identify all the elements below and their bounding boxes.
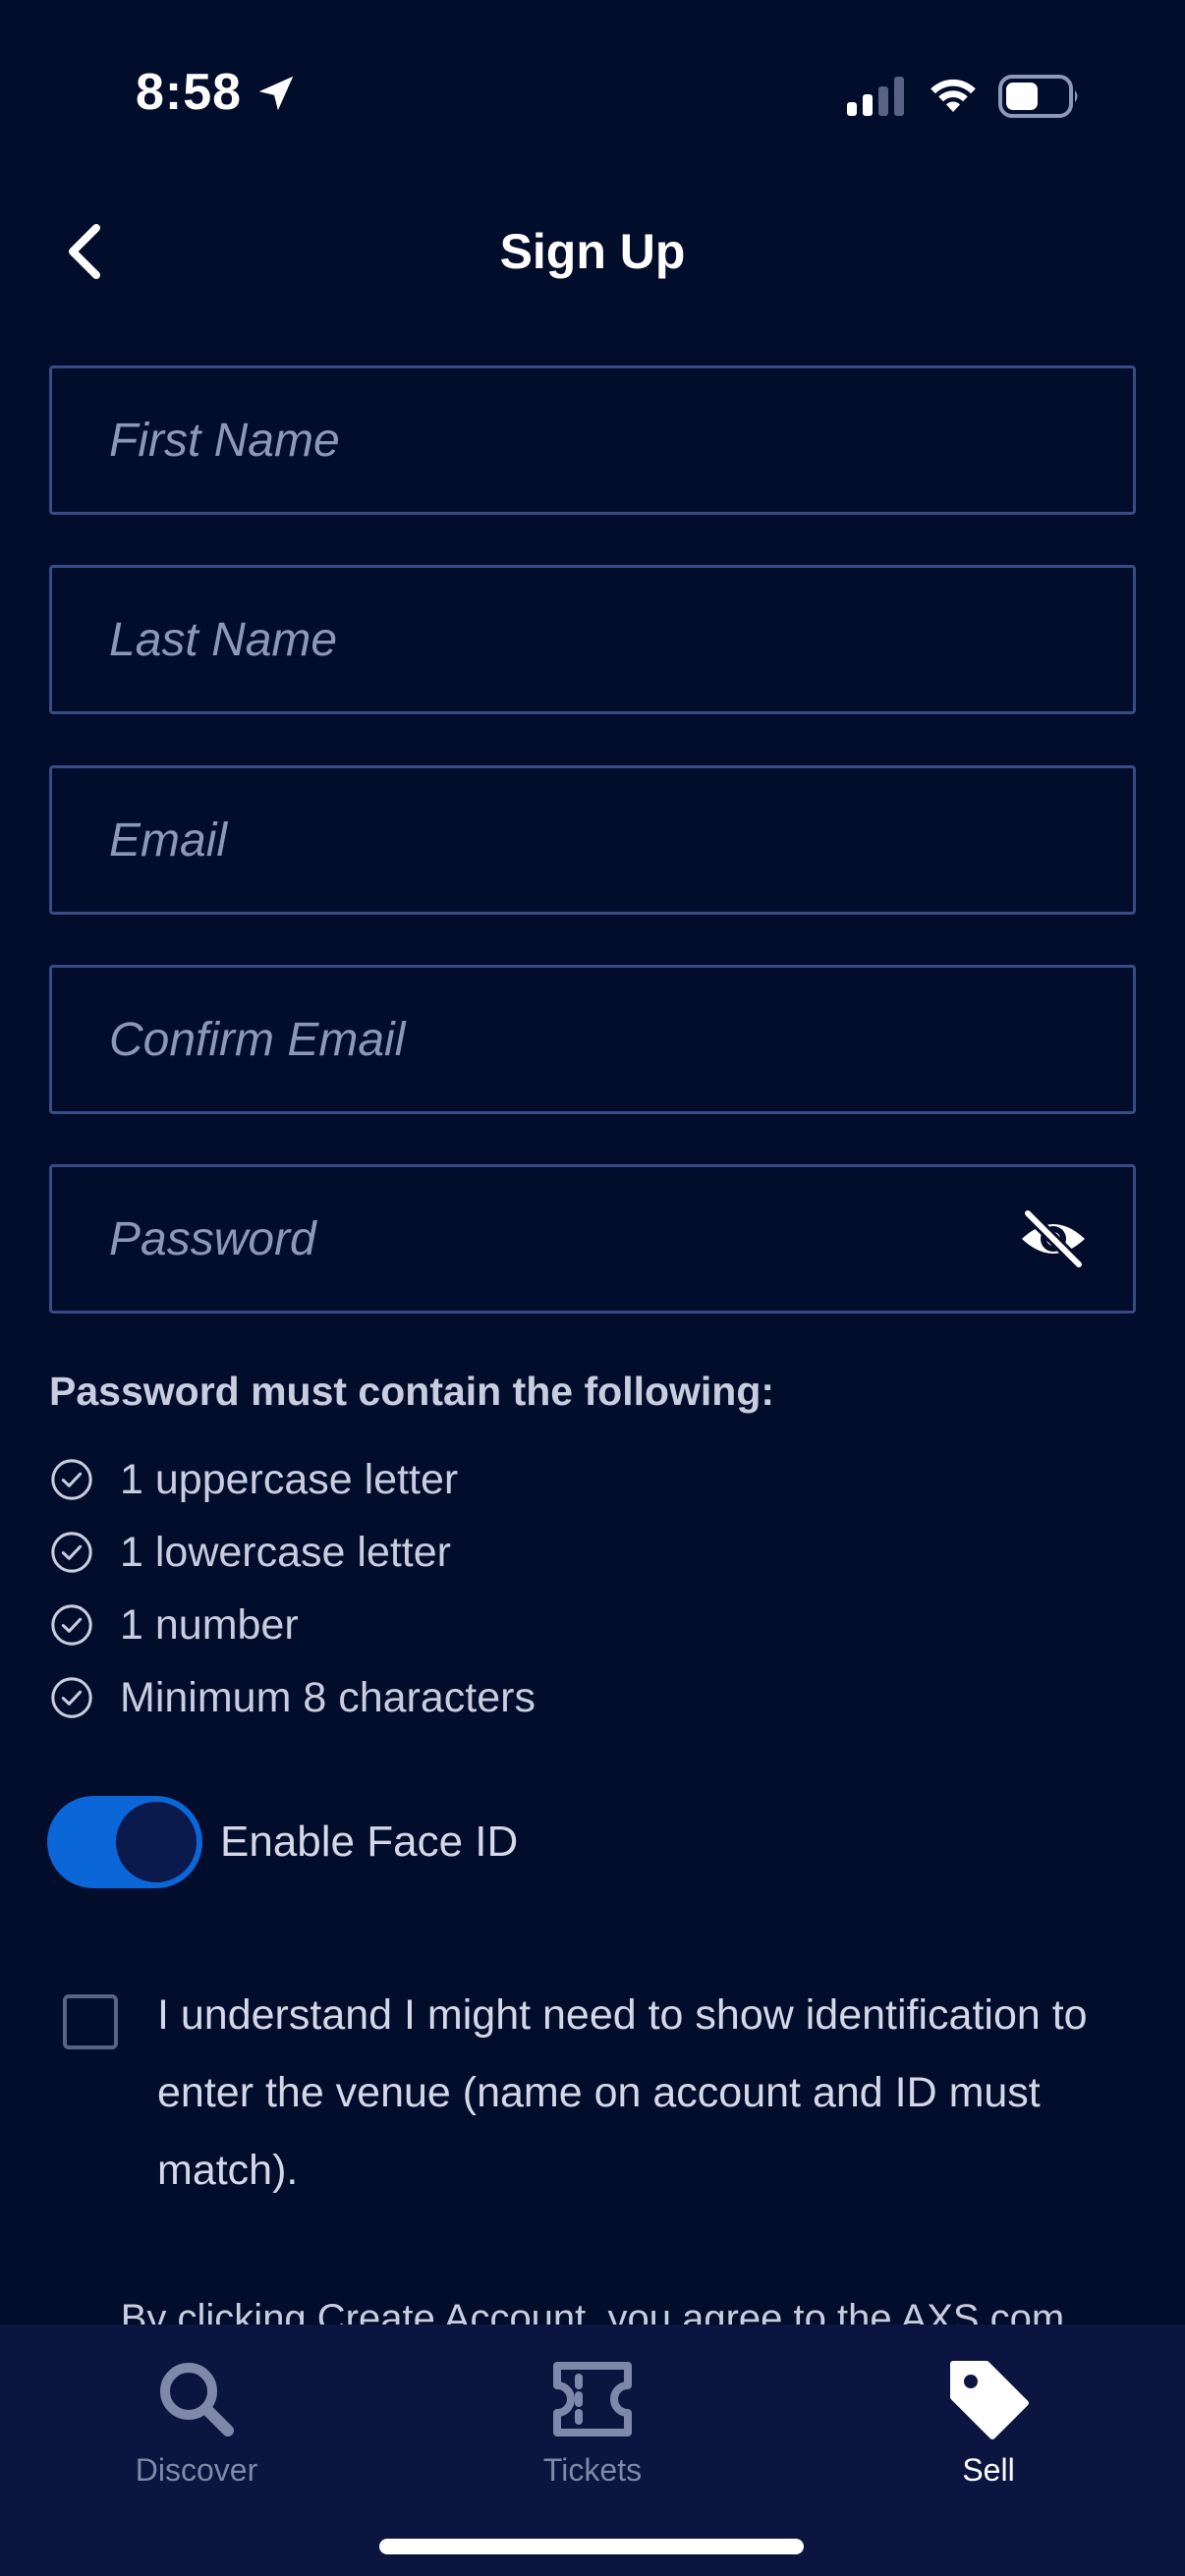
password-rule: 1 uppercase letter <box>49 1450 458 1509</box>
password-rule-label: 1 uppercase letter <box>120 1456 459 1503</box>
wifi-icon <box>931 79 976 112</box>
email-input[interactable] <box>49 765 1136 915</box>
check-circle-icon <box>51 1532 92 1573</box>
page-title: Sign Up <box>499 224 686 279</box>
identification-consent-checkbox[interactable] <box>63 1994 118 2049</box>
password-rule-label: Minimum 8 characters <box>120 1674 536 1721</box>
status-time: 8:58 <box>136 64 243 121</box>
ticket-icon <box>553 2362 632 2436</box>
check-circle-icon <box>51 1459 92 1500</box>
password-rule-label: 1 lowercase letter <box>120 1529 451 1576</box>
last-name-input[interactable] <box>49 565 1136 714</box>
password-rules-title: Password must contain the following: <box>49 1369 775 1414</box>
face-id-label: Enable Face ID <box>220 1818 519 1866</box>
password-rule: 1 number <box>49 1596 299 1654</box>
password-rule: Minimum 8 characters <box>49 1668 536 1727</box>
toggle-knob <box>116 1802 197 1882</box>
battery-icon <box>998 75 1078 118</box>
cellular-signal-icon <box>847 77 904 116</box>
location-arrow-icon <box>258 76 294 111</box>
check-circle-icon <box>51 1604 92 1646</box>
face-id-toggle[interactable] <box>47 1796 202 1888</box>
search-icon <box>160 2363 234 2436</box>
toggle-password-visibility-button[interactable] <box>1014 1204 1093 1273</box>
confirm-email-input[interactable] <box>49 965 1136 1114</box>
tab-discover[interactable]: Discover <box>79 2352 314 2499</box>
eye-slash-icon <box>1022 1207 1085 1270</box>
password-rule-label: 1 number <box>120 1601 299 1649</box>
first-name-input[interactable] <box>49 365 1136 515</box>
tab-sell[interactable]: Sell <box>871 2352 1106 2499</box>
check-circle-icon <box>51 1677 92 1718</box>
tab-tickets[interactable]: Tickets <box>475 2352 710 2499</box>
tab-label: Sell <box>962 2452 1015 2488</box>
identification-consent-text: I understand I might need to show identi… <box>157 1991 1088 2194</box>
password-rule: 1 lowercase letter <box>49 1523 451 1582</box>
tag-icon <box>950 2361 1029 2439</box>
password-input[interactable] <box>49 1164 1136 1314</box>
home-indicator <box>379 2539 804 2554</box>
tab-label: Tickets <box>542 2452 643 2488</box>
tab-label: Discover <box>135 2452 258 2488</box>
